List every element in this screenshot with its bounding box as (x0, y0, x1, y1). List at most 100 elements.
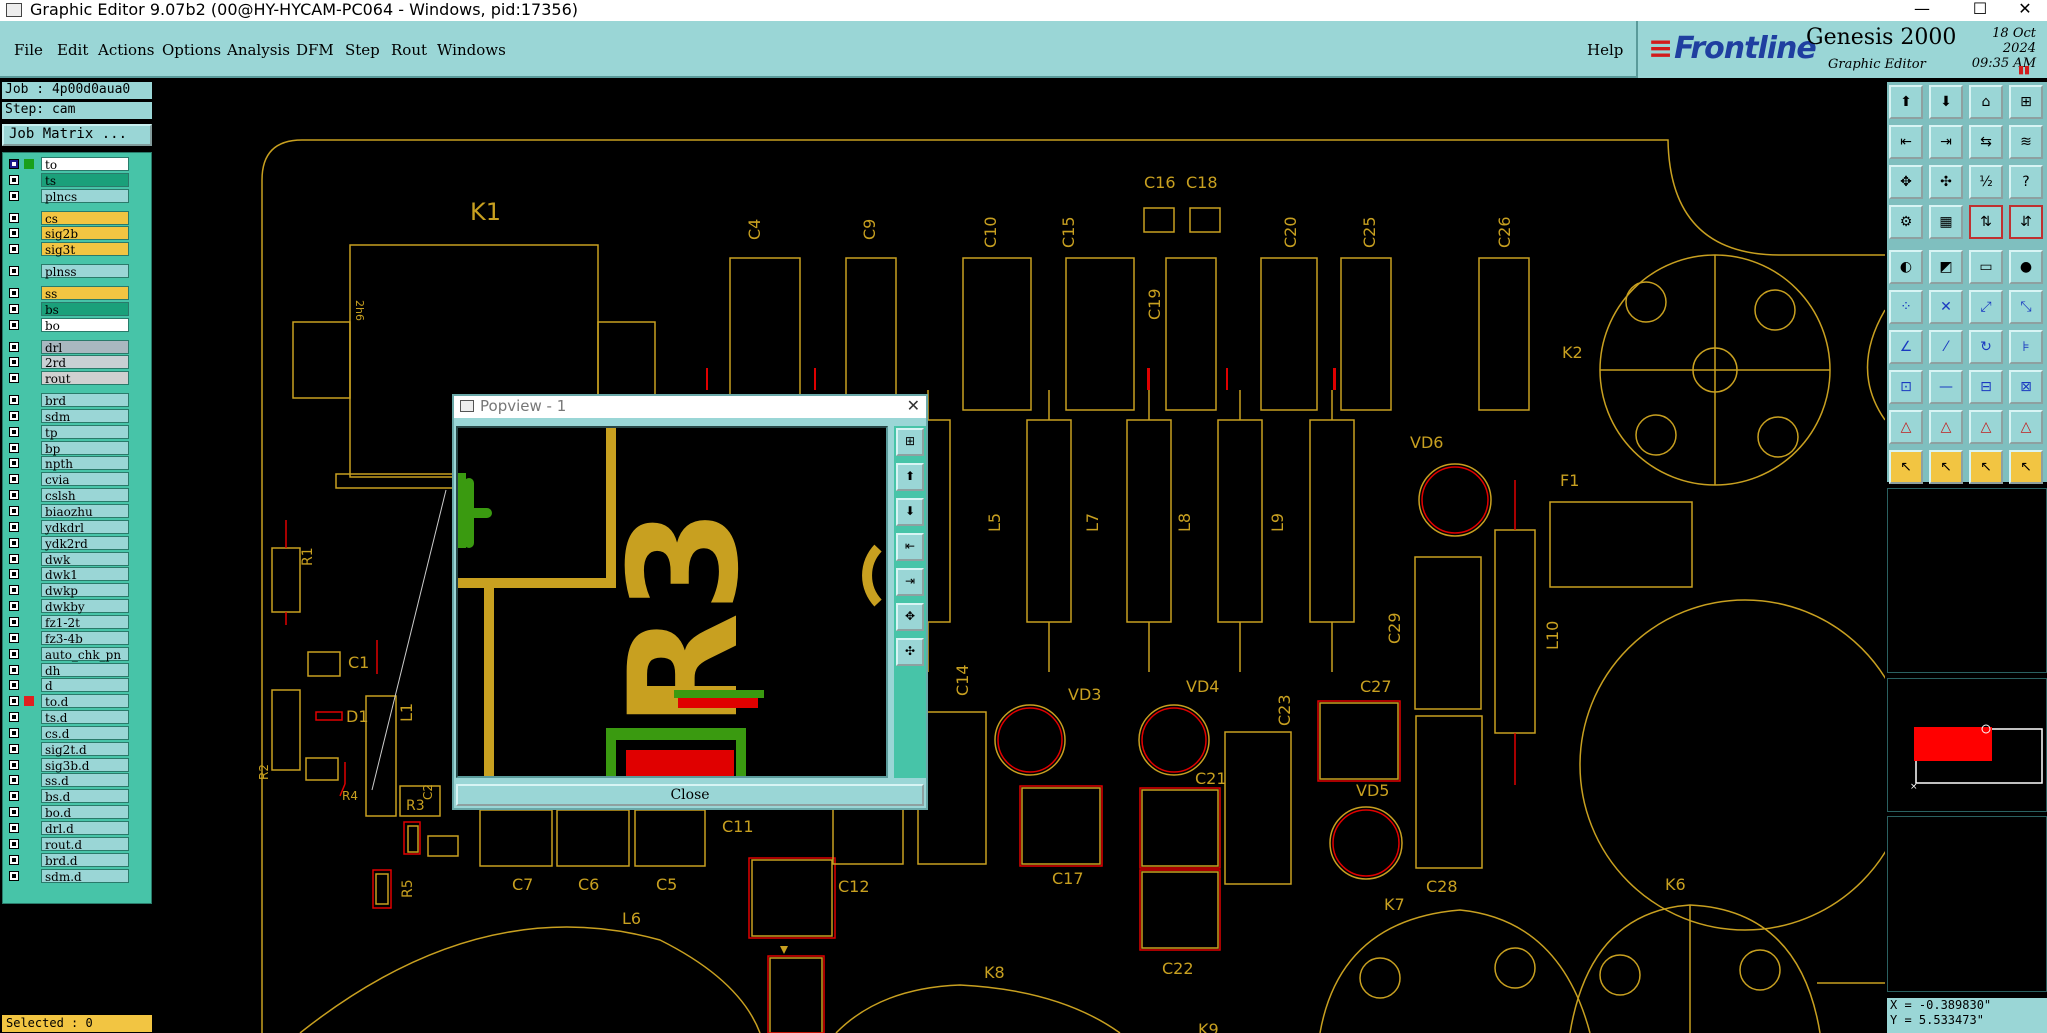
layer-checkbox[interactable] (9, 537, 19, 548)
layer-name[interactable]: npth (41, 456, 129, 471)
layer-row-npth[interactable]: npth (7, 456, 129, 471)
layer-checkbox[interactable] (9, 319, 19, 330)
toolbar-prev-button[interactable]: ⇤ (1889, 125, 1923, 159)
menu-actions[interactable]: Actions (98, 41, 154, 59)
layer-checkbox[interactable] (9, 395, 19, 406)
maximize-button[interactable]: ☐ (1958, 0, 2002, 20)
layer-name[interactable]: bo.d (41, 805, 129, 820)
layer-name[interactable]: d (41, 678, 129, 693)
layer-row-ydk2rd[interactable]: ydk2rd (7, 535, 129, 551)
layer-row-rout-d[interactable]: rout.d (7, 836, 129, 852)
layer-checkbox[interactable] (9, 696, 19, 707)
toolbar-pad-button[interactable]: ⊡ (1889, 370, 1923, 404)
layer-checkbox[interactable] (9, 159, 19, 169)
layer-checkbox[interactable] (9, 743, 19, 754)
layer-row-dwk[interactable]: dwk (7, 551, 129, 567)
layer-row-bo[interactable]: bo (7, 317, 129, 333)
layer-row-rout[interactable]: rout (7, 371, 129, 386)
layer-checkbox[interactable] (9, 287, 19, 298)
toolbar-fill-button[interactable]: ● (2009, 250, 2043, 284)
layer-name[interactable]: dwkby (41, 599, 129, 614)
toolbar-multi-select-button[interactable]: ⁘ (1889, 290, 1923, 324)
layer-row-dwkby[interactable]: dwkby (7, 599, 129, 614)
layer-row-sdm-d[interactable]: sdm.d (7, 868, 129, 884)
layer-checkbox[interactable] (9, 521, 19, 532)
layer-row-brd[interactable]: brd (7, 393, 129, 408)
layer-row-bp[interactable]: bp (7, 440, 129, 456)
popview-up-button[interactable]: ⬆ (896, 463, 924, 491)
toolbar-flip2-button[interactable]: ⇵ (2009, 205, 2043, 239)
layer-checkbox[interactable] (9, 680, 19, 691)
toolbar-dash-button[interactable]: — (1929, 370, 1963, 404)
toolbar-half-button[interactable]: ½ (1969, 165, 2003, 199)
layer-row-fz1-2t[interactable]: fz1-2t (7, 614, 129, 630)
layer-checkbox[interactable] (9, 244, 19, 255)
layer-checkbox[interactable] (9, 585, 19, 596)
layer-checkbox[interactable] (9, 632, 19, 643)
layer-checkbox[interactable] (9, 854, 19, 865)
layer-checkbox[interactable] (9, 823, 19, 833)
layer-row-ts-d[interactable]: ts.d (7, 710, 129, 725)
toolbar-pointer4-button[interactable]: ↖ (2009, 450, 2043, 484)
toolbar-move-button[interactable]: ⤢ (1969, 290, 2003, 324)
layer-checkbox[interactable] (9, 357, 19, 368)
job-matrix-button[interactable]: Job Matrix ... (2, 124, 152, 146)
layer-name[interactable]: 2rd (41, 355, 129, 370)
popview-down-button[interactable]: ⬇ (896, 498, 924, 526)
layer-checkbox[interactable] (9, 759, 19, 770)
toolbar-delete-button[interactable]: ✕ (1929, 290, 1963, 324)
toolbar-grid-button[interactable]: ⊞ (2009, 85, 2043, 119)
toolbar-mirror-button[interactable]: ⊧ (2009, 330, 2043, 364)
layer-row-ss-d[interactable]: ss.d (7, 773, 129, 788)
layer-name[interactable]: dwkp (41, 583, 129, 598)
layer-name[interactable]: cs (41, 210, 129, 226)
layer-row-bs[interactable]: bs (7, 301, 129, 317)
menu-file[interactable]: File (14, 41, 43, 59)
toolbar-fit-button[interactable]: ✣ (1929, 165, 1963, 199)
popview-close-icon[interactable]: ✕ (907, 396, 920, 416)
layer-name[interactable]: cvia (41, 472, 129, 487)
layer-row-cvia[interactable]: cvia (7, 472, 129, 487)
layer-checkbox[interactable] (9, 410, 19, 421)
toolbar-pan-button[interactable]: ✥ (1889, 165, 1923, 199)
menu-step[interactable]: Step (345, 41, 380, 59)
layer-name[interactable]: auto_chk_pn (41, 646, 129, 662)
popview-pan-button[interactable]: ✥ (896, 603, 924, 631)
popview-left-button[interactable]: ⇤ (896, 533, 924, 561)
toolbar-triangle2-button[interactable]: △ (1929, 410, 1963, 444)
toolbar-layer-down-button[interactable]: ⬇ (1929, 85, 1963, 119)
layer-checkbox[interactable] (9, 664, 19, 675)
layer-row-to-d[interactable]: to.d (7, 694, 129, 709)
toolbar-help-button[interactable]: ? (2009, 165, 2043, 199)
layer-name[interactable]: cs.d (41, 725, 129, 741)
pcb-view[interactable]: K1 2h6 C4 C9 C10 C15 C20 C25 C26 C16 C18 C19 L5 L7 L8 L… (155, 80, 1911, 1033)
layer-row-sig2t-d[interactable]: sig2t.d (7, 741, 129, 757)
layer-row-sdm[interactable]: sdm (7, 408, 129, 424)
layer-checkbox[interactable] (9, 601, 19, 612)
layer-name[interactable]: tp (41, 424, 129, 440)
layer-name[interactable]: bs.d (41, 789, 129, 804)
toolbar-measure-button[interactable]: ▭ (1969, 250, 2003, 284)
layer-name[interactable]: cslsh (41, 488, 129, 503)
layer-row-drl[interactable]: drl (7, 339, 129, 355)
layer-name[interactable]: sig3b.d (41, 757, 129, 773)
toolbar-layer-up-button[interactable]: ⬆ (1889, 85, 1923, 119)
layer-checkbox[interactable] (9, 506, 19, 516)
toolbar-pointer3-button[interactable]: ↖ (1969, 450, 2003, 484)
layer-name[interactable]: ydkdrl (41, 519, 129, 535)
layer-name[interactable]: sig3t (41, 242, 129, 257)
layer-row-2rd[interactable]: 2rd (7, 355, 129, 370)
layer-name[interactable]: sig2b (41, 226, 129, 241)
menu-options[interactable]: Options (162, 41, 221, 59)
layer-checkbox[interactable] (9, 303, 19, 314)
layer-row-plnss[interactable]: plnss (7, 264, 129, 279)
toolbar-swap-button[interactable]: ⇆ (1969, 125, 2003, 159)
layer-checkbox[interactable] (9, 266, 19, 277)
toolbar-box2-button[interactable]: ⊠ (2009, 370, 2043, 404)
menu-analysis[interactable]: Analysis (227, 41, 290, 59)
layer-name[interactable]: sig2t.d (41, 741, 129, 757)
layer-checkbox[interactable] (9, 553, 19, 564)
toolbar-rotate-button[interactable]: ↻ (1969, 330, 2003, 364)
minimize-button[interactable]: — (1900, 0, 1944, 20)
layer-row-sig2b[interactable]: sig2b (7, 226, 129, 241)
